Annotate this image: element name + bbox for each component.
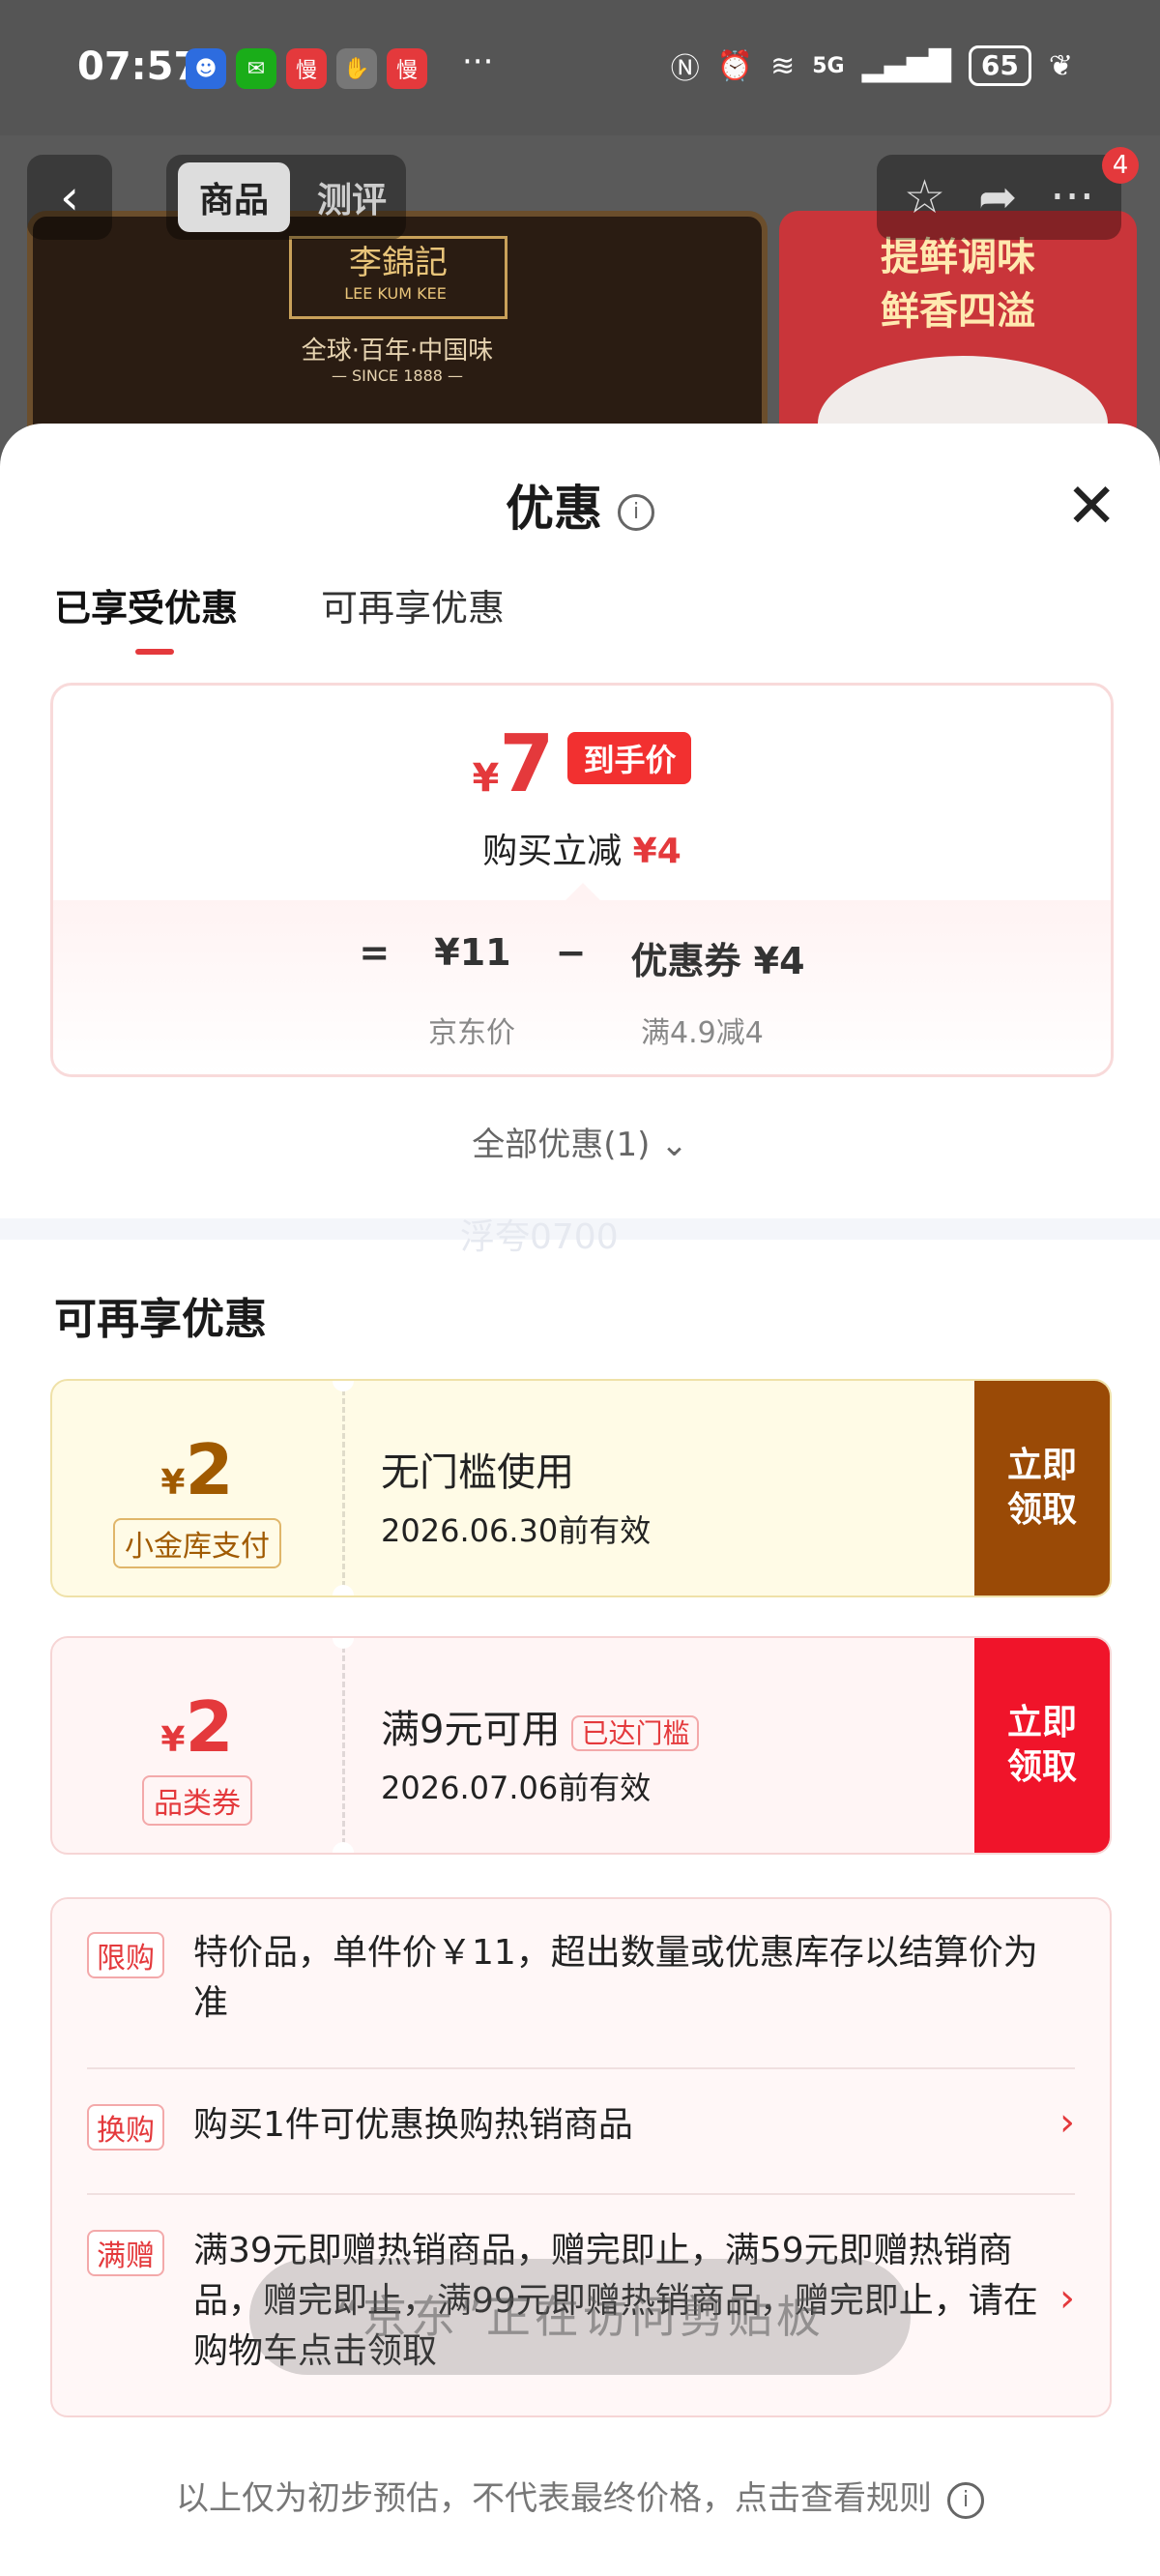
nav-actions: ☆ ➦ ··· 4 (876, 147, 1139, 240)
tab-more-offers[interactable]: 可再享优惠 (321, 578, 505, 631)
status-more: ··· (462, 43, 494, 81)
promo-text: 购买1件可优惠换购热销商品 (193, 2105, 633, 2145)
offer-tabs: 已享受优惠 可再享优惠 (54, 578, 505, 655)
sheet-title: 优惠 i (0, 470, 1160, 540)
product-tabs: 商品 测评 (166, 155, 407, 240)
more-icon[interactable]: ··· (1050, 170, 1094, 224)
promo-tag: 满赠 (87, 2230, 164, 2276)
claim-coupon-button[interactable]: 立即领取 (974, 1381, 1110, 1595)
product-nav: ‹ 商品 测评 ☆ ➦ ··· 4 (0, 147, 1160, 261)
share-icon[interactable]: ➦ (978, 170, 1017, 224)
nfc-icon: Ⓝ (670, 52, 700, 86)
network-label: 5G (812, 53, 845, 78)
info-icon: i (947, 2481, 984, 2519)
price-formula: = ¥11 − 优惠券 ¥4 (359, 931, 805, 982)
alarm-icon: ⏰ (716, 48, 754, 83)
coupon-card: ¥2 品类券 满9元可用 已达门槛 2026.07.06前有效 立即领取 (50, 1636, 1112, 1855)
info-icon[interactable]: i (618, 493, 654, 531)
promo-tag: 限购 (87, 1932, 164, 1978)
hello-icon: ☻ (186, 48, 226, 89)
promo-exchange-row[interactable]: 换购 购买1件可优惠换购热销商品 › (87, 2100, 1075, 2158)
promo-text: 特价品，单件价￥11，超出数量或优惠库存以结算价为准 (193, 1933, 1038, 2023)
coupon-card: ¥2 小金库支付 无门槛使用 2026.06.30前有效 立即领取 (50, 1379, 1112, 1597)
coupon-expiry: 2026.06.30前有效 (381, 1512, 652, 1549)
status-app-icons: ☻ ✉ 慢 ✋ 慢 (186, 48, 427, 89)
coupon-condition: 满9元可用 已达门槛 (381, 1698, 700, 1754)
wechat-icon: ✉ (236, 48, 276, 89)
offers-sheet: 优惠 i ✕ 已享受优惠 可再享优惠 ¥7 到手价 购买立减 ¥4 = ¥11 − … (0, 424, 1160, 2576)
watermark: 浮夸0700 (460, 1217, 619, 1257)
star-icon[interactable]: ☆ (904, 170, 945, 224)
slow-icon: 慢 (286, 48, 327, 89)
coupon-type-badge: 品类券 (142, 1775, 252, 1826)
brand-slogan: 全球·百年·中国味 — SINCE 1888 — (301, 337, 494, 385)
chevron-left-icon: ‹ (60, 169, 79, 225)
status-indicators: Ⓝ ⏰ ≋ 5G ▂▄▆█ 65 ❦ (671, 44, 1073, 87)
discount-summary: 购买立减 ¥4 (482, 832, 682, 871)
promo-tag: 换购 (87, 2104, 164, 2151)
final-price-tag: 到手价 (567, 732, 692, 784)
clipboard-toast: “京东”正在访问剪贴板 (249, 2259, 911, 2375)
back-button[interactable]: ‹ (27, 155, 112, 240)
wifi-icon: ≋ (770, 48, 796, 83)
notification-badge: 4 (1102, 147, 1139, 184)
claim-coupon-button[interactable]: 立即领取 (974, 1638, 1110, 1853)
hand-icon: ✋ (336, 48, 377, 89)
chevron-right-icon: › (1059, 2100, 1075, 2145)
status-bar: 07:57 ☻ ✉ 慢 ✋ 慢 ··· Ⓝ ⏰ ≋ 5G ▂▄▆█ 65 ❦ (0, 0, 1160, 135)
coupon-condition: 无门槛使用 (381, 1450, 574, 1495)
slow-icon: 慢 (387, 48, 427, 89)
promo-limit-row: 限购 特价品，单件价￥11，超出数量或优惠库存以结算价为准 (87, 1928, 1075, 2034)
chevron-right-icon: › (1059, 2276, 1075, 2321)
section-title: 可再享优惠 (54, 1295, 267, 1344)
tab-review[interactable]: 测评 (309, 162, 394, 232)
brand-logo-en: LEE KUM KEE (344, 284, 447, 303)
rules-footer[interactable]: 以上仅为初步预估，不代表最终价格，点击查看规则 i (0, 2472, 1160, 2519)
threshold-met-tag: 已达门槛 (571, 1715, 700, 1751)
coupon-expiry: 2026.07.06前有效 (381, 1770, 652, 1806)
coupon-amount: ¥2 (160, 1686, 234, 1768)
status-time: 07:57 (77, 44, 201, 89)
final-price: ¥7 到手价 (53, 718, 1111, 810)
chevron-down-icon: ⌄ (660, 1126, 688, 1164)
leaf-icon: ❦ (1048, 48, 1073, 83)
tab-enjoyed-offers[interactable]: 已享受优惠 (54, 578, 238, 655)
signal-icon: ▂▄▆█ (861, 48, 951, 83)
battery-level: 65 (968, 45, 1031, 86)
final-price-card: ¥7 到手价 购买立减 ¥4 = ¥11 − 优惠券 ¥4 京东价 满4.9减4 (50, 683, 1114, 1077)
tab-product[interactable]: 商品 (178, 162, 291, 232)
close-icon[interactable]: ✕ (1065, 476, 1117, 538)
all-offers-link[interactable]: 全部优惠(1) ⌄ (0, 1118, 1160, 1165)
coupon-type-badge: 小金库支付 (113, 1518, 281, 1568)
coupon-amount: ¥2 (160, 1429, 234, 1510)
